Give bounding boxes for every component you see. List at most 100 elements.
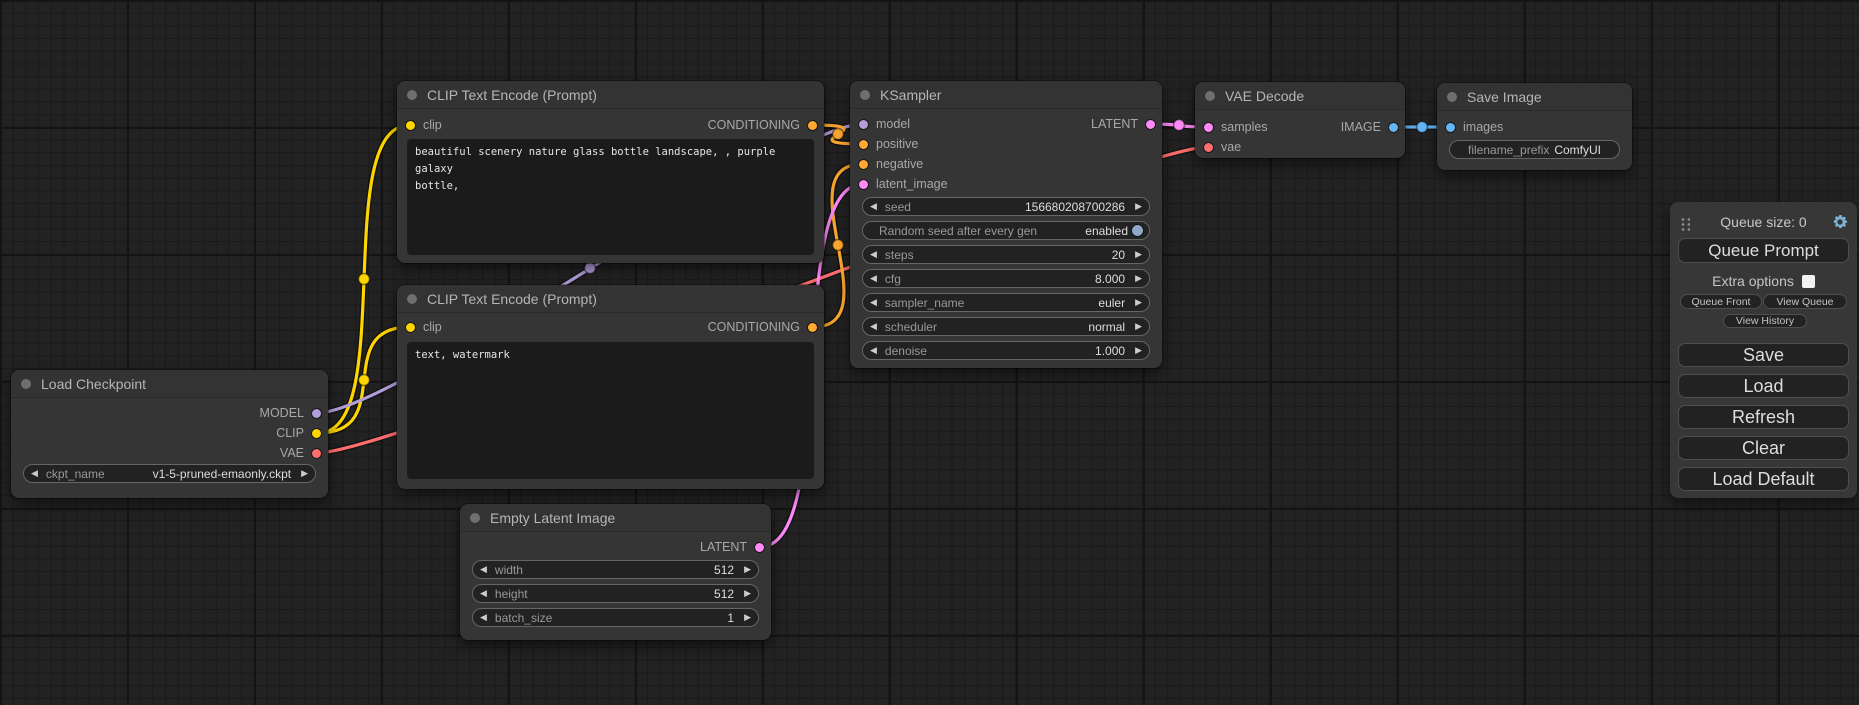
input-slot-images[interactable]: images: [1437, 117, 1503, 137]
graph-canvas[interactable]: CLIP Text Encode (Prompt) clip CONDITION…: [0, 0, 1859, 705]
slot-dot-vae[interactable]: [312, 449, 321, 458]
queue-front-button[interactable]: Queue Front: [1680, 294, 1762, 309]
view-history-button[interactable]: View History: [1723, 314, 1807, 328]
widget-ckpt-name[interactable]: ◀ ckpt_name v1-5-pruned-emaonly.ckpt ▶: [23, 464, 316, 483]
settings-gear-icon[interactable]: [1831, 213, 1849, 231]
input-slot-negative[interactable]: negative: [850, 154, 923, 174]
slot-dot-conditioning[interactable]: [859, 160, 868, 169]
slot-dot-vae[interactable]: [1204, 143, 1213, 152]
widget-width[interactable]: ◀ width 512 ▶: [472, 560, 759, 579]
refresh-button[interactable]: Refresh: [1678, 405, 1849, 429]
collapse-dot-icon[interactable]: [407, 90, 417, 100]
queue-prompt-button[interactable]: Queue Prompt: [1678, 238, 1849, 263]
slot-dot-image[interactable]: [1389, 123, 1398, 132]
input-slot-samples[interactable]: samples: [1195, 117, 1268, 137]
slot-dot-conditioning[interactable]: [859, 140, 868, 149]
input-slot-model[interactable]: model: [850, 114, 910, 134]
output-slot-clip[interactable]: CLIP: [276, 423, 328, 443]
node-title-bar[interactable]: Save Image: [1437, 83, 1632, 111]
node-title-bar[interactable]: CLIP Text Encode (Prompt): [397, 285, 824, 313]
node-title-bar[interactable]: CLIP Text Encode (Prompt): [397, 81, 824, 109]
output-slot-conditioning[interactable]: CONDITIONING: [708, 317, 824, 337]
arrow-right-icon[interactable]: ▶: [1135, 274, 1142, 283]
arrow-left-icon[interactable]: ◀: [870, 202, 877, 211]
arrow-left-icon[interactable]: ◀: [480, 589, 487, 598]
widget-seed[interactable]: ◀ seed 156680208700286 ▶: [862, 197, 1150, 216]
node-load-checkpoint[interactable]: Load Checkpoint MODEL CLIP VAE ◀ ckpt_na…: [11, 370, 328, 498]
slot-dot-model[interactable]: [859, 120, 868, 129]
widget-height[interactable]: ◀ height 512 ▶: [472, 584, 759, 603]
arrow-right-icon[interactable]: ▶: [1135, 202, 1142, 211]
load-default-button[interactable]: Load Default: [1678, 467, 1849, 491]
output-slot-model[interactable]: MODEL: [260, 403, 328, 423]
arrow-right-icon[interactable]: ▶: [1135, 346, 1142, 355]
output-slot-latent[interactable]: LATENT: [700, 537, 771, 557]
widget-sampler-name[interactable]: ◀ sampler_name euler ▶: [862, 293, 1150, 312]
collapse-dot-icon[interactable]: [1205, 91, 1215, 101]
load-button[interactable]: Load: [1678, 374, 1849, 398]
output-slot-image[interactable]: IMAGE: [1341, 117, 1405, 137]
arrow-left-icon[interactable]: ◀: [870, 322, 877, 331]
arrow-left-icon[interactable]: ◀: [870, 274, 877, 283]
save-button[interactable]: Save: [1678, 343, 1849, 367]
widget-steps[interactable]: ◀ steps 20 ▶: [862, 245, 1150, 264]
slot-dot-latent[interactable]: [1146, 120, 1155, 129]
node-title-bar[interactable]: KSampler: [850, 81, 1162, 109]
slot-dot-conditioning[interactable]: [808, 323, 817, 332]
input-slot-latent-image[interactable]: latent_image: [850, 174, 948, 194]
output-slot-vae[interactable]: VAE: [280, 443, 328, 463]
arrow-right-icon[interactable]: ▶: [1135, 322, 1142, 331]
arrow-left-icon[interactable]: ◀: [480, 613, 487, 622]
widget-scheduler[interactable]: ◀ scheduler normal ▶: [862, 317, 1150, 336]
toggle-dot[interactable]: [1132, 225, 1143, 236]
arrow-right-icon[interactable]: ▶: [301, 469, 308, 478]
node-clip-text-encode-negative[interactable]: CLIP Text Encode (Prompt) clip CONDITION…: [397, 285, 824, 489]
slot-dot-image[interactable]: [1446, 123, 1455, 132]
slot-dot-latent[interactable]: [755, 543, 764, 552]
slot-dot-clip[interactable]: [406, 121, 415, 130]
collapse-dot-icon[interactable]: [470, 513, 480, 523]
arrow-left-icon[interactable]: ◀: [870, 298, 877, 307]
arrow-right-icon[interactable]: ▶: [1135, 298, 1142, 307]
node-save-image[interactable]: Save Image images filename_prefix ComfyU…: [1437, 83, 1632, 170]
clear-button[interactable]: Clear: [1678, 436, 1849, 460]
widget-denoise[interactable]: ◀ denoise 1.000 ▶: [862, 341, 1150, 360]
arrow-right-icon[interactable]: ▶: [744, 589, 751, 598]
output-slot-conditioning[interactable]: CONDITIONING: [708, 115, 824, 135]
collapse-dot-icon[interactable]: [21, 379, 31, 389]
collapse-dot-icon[interactable]: [1447, 92, 1457, 102]
slot-dot-latent[interactable]: [1204, 123, 1213, 132]
arrow-left-icon[interactable]: ◀: [870, 346, 877, 355]
node-clip-text-encode-positive[interactable]: CLIP Text Encode (Prompt) clip CONDITION…: [397, 81, 824, 263]
node-empty-latent-image[interactable]: Empty Latent Image LATENT ◀ width 512 ▶ …: [460, 504, 771, 640]
queue-panel[interactable]: Queue size: 0 Queue Prompt Extra options…: [1670, 202, 1857, 498]
slot-dot-conditioning[interactable]: [808, 121, 817, 130]
prompt-textarea[interactable]: beautiful scenery nature glass bottle la…: [407, 139, 814, 255]
node-vae-decode[interactable]: VAE Decode samples IMAGE vae: [1195, 82, 1405, 158]
arrow-left-icon[interactable]: ◀: [31, 469, 38, 478]
node-title-bar[interactable]: VAE Decode: [1195, 82, 1405, 110]
input-slot-clip[interactable]: clip: [397, 317, 442, 337]
view-queue-button[interactable]: View Queue: [1763, 294, 1847, 309]
extra-options-checkbox[interactable]: [1802, 275, 1815, 288]
widget-random-seed-toggle[interactable]: Random seed after every gen enabled: [862, 221, 1150, 240]
slot-dot-model[interactable]: [312, 409, 321, 418]
widget-cfg[interactable]: ◀ cfg 8.000 ▶: [862, 269, 1150, 288]
collapse-dot-icon[interactable]: [860, 90, 870, 100]
collapse-dot-icon[interactable]: [407, 294, 417, 304]
arrow-right-icon[interactable]: ▶: [1135, 250, 1142, 259]
slot-dot-latent[interactable]: [859, 180, 868, 189]
input-slot-positive[interactable]: positive: [850, 134, 918, 154]
slot-dot-clip[interactable]: [406, 323, 415, 332]
input-slot-clip[interactable]: clip: [397, 115, 442, 135]
arrow-right-icon[interactable]: ▶: [744, 613, 751, 622]
prompt-textarea[interactable]: text, watermark: [407, 342, 814, 479]
widget-batch-size[interactable]: ◀ batch_size 1 ▶: [472, 608, 759, 627]
slot-dot-clip[interactable]: [312, 429, 321, 438]
arrow-left-icon[interactable]: ◀: [870, 250, 877, 259]
node-ksampler[interactable]: KSampler model LATENT positive negative: [850, 81, 1162, 368]
input-slot-vae[interactable]: vae: [1195, 137, 1241, 157]
node-title-bar[interactable]: Empty Latent Image: [460, 504, 771, 532]
arrow-right-icon[interactable]: ▶: [744, 565, 751, 574]
node-title-bar[interactable]: Load Checkpoint: [11, 370, 328, 398]
